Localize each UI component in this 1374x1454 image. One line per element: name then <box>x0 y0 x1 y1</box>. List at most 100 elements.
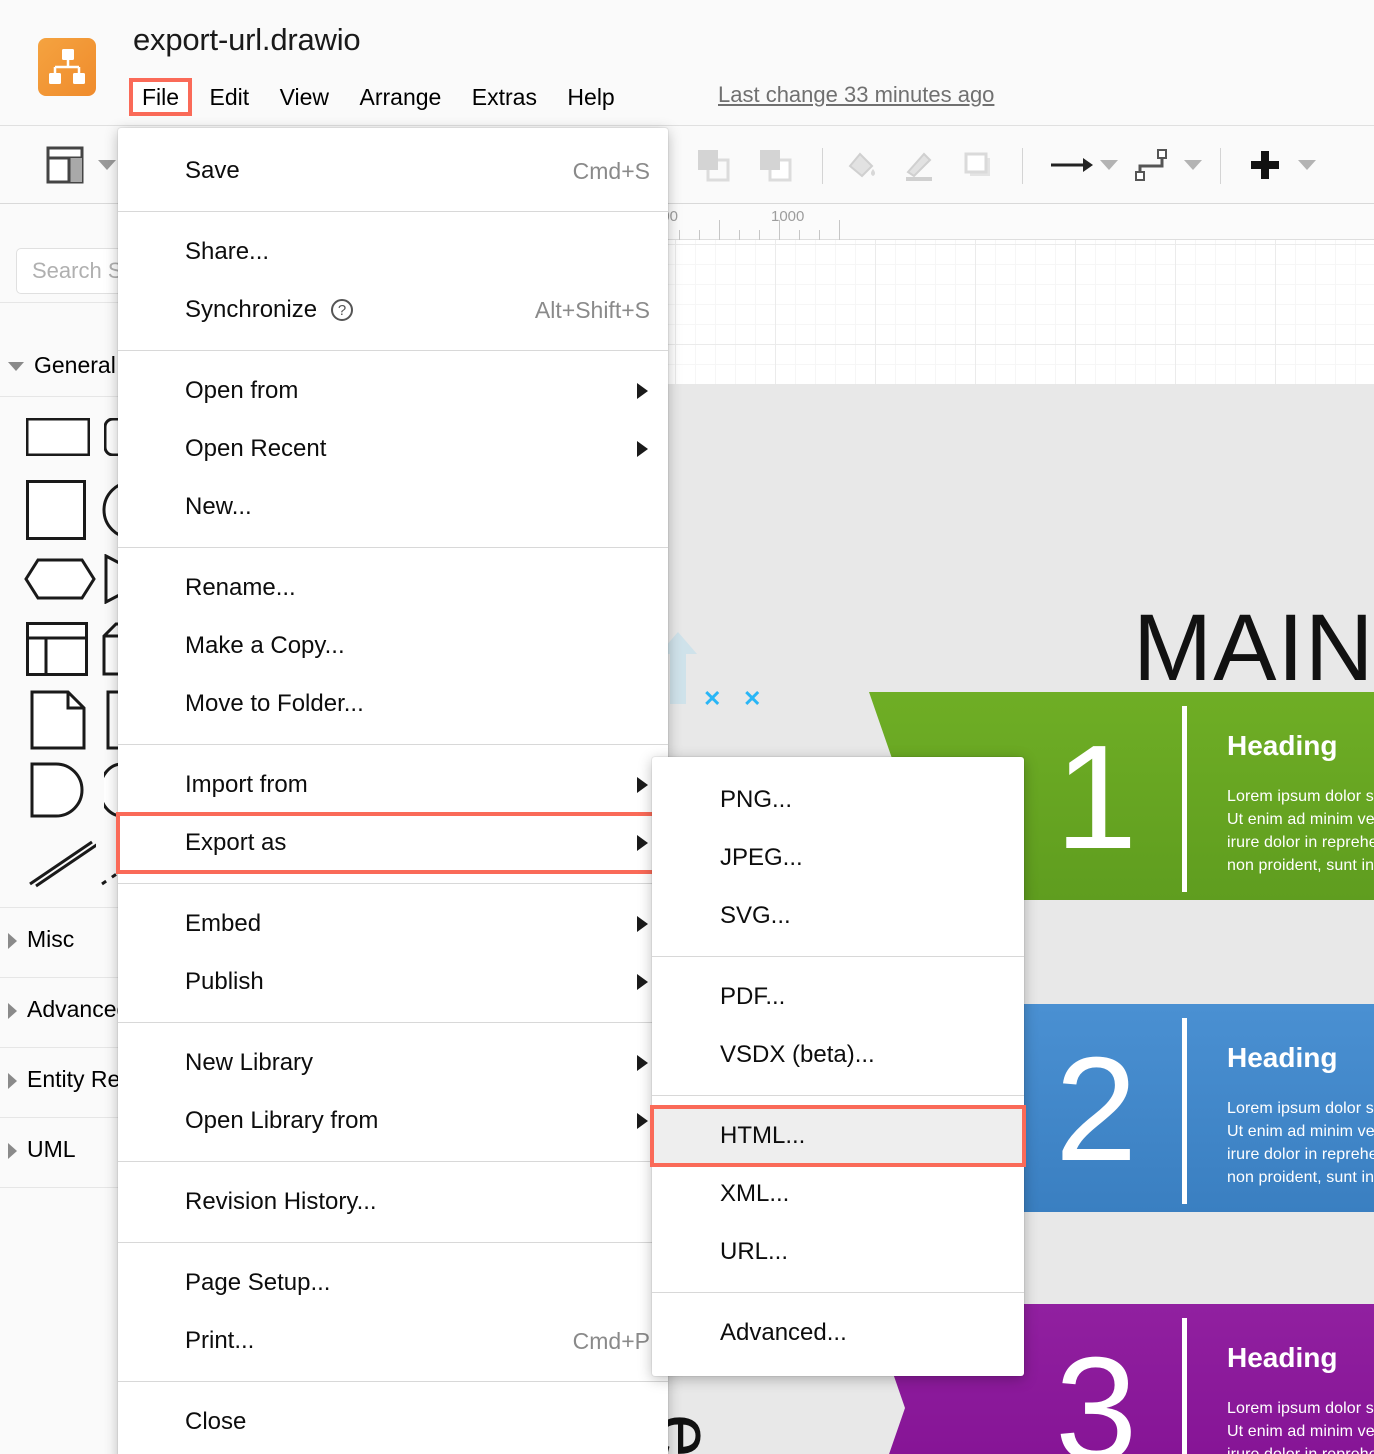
banner-2-divider <box>1182 1018 1187 1204</box>
menu-item-move-to-folder[interactable]: Move to Folder... <box>118 675 668 733</box>
menu-item-open-library-from[interactable]: Open Library from <box>118 1092 668 1150</box>
banner-1-number: 1 <box>1055 724 1137 872</box>
file-title[interactable]: export-url.drawio <box>133 22 360 58</box>
to-back-button[interactable] <box>754 144 796 186</box>
menu-bar[interactable]: File Edit View Arrange Extras Help <box>129 78 628 118</box>
menu-separator <box>652 1292 1024 1293</box>
square-shape[interactable] <box>26 480 86 540</box>
menu-item-export-png[interactable]: PNG... <box>652 771 1024 829</box>
menu-item-export-svg[interactable]: SVG... <box>652 887 1024 945</box>
rectangle-shape[interactable] <box>26 418 90 456</box>
help-circle-icon[interactable]: ? <box>331 299 353 321</box>
menu-item-export-xml[interactable]: XML... <box>652 1165 1024 1223</box>
to-front-icon <box>696 148 730 182</box>
menu-item-page-setup[interactable]: Page Setup... <box>118 1254 668 1312</box>
file-menu-panel[interactable]: Save Cmd+S Share... Synchronize ? Alt+Sh… <box>118 128 668 1454</box>
menu-separator <box>118 547 668 548</box>
sidebar-section-label: Advanced <box>27 996 129 1022</box>
chevron-down-icon <box>1100 160 1118 170</box>
view-layout-button[interactable] <box>40 144 90 186</box>
menu-item-open-recent[interactable]: Open Recent <box>118 420 668 478</box>
sidebar-section-label: General <box>34 352 116 378</box>
menu-item-make-a-copy[interactable]: Make a Copy... <box>118 617 668 675</box>
export-as-submenu-panel[interactable]: PNG... JPEG... SVG... PDF... VSDX (beta)… <box>652 757 1024 1376</box>
insert-button[interactable] <box>1242 144 1288 186</box>
banner-1-heading: Heading <box>1227 730 1337 762</box>
last-change-link[interactable]: Last change 33 minutes ago <box>718 82 994 108</box>
sidebar-section-entity-relation[interactable]: Entity Relation <box>0 1048 134 1110</box>
menu-item-synchronize[interactable]: Synchronize ? Alt+Shift+S <box>118 281 668 339</box>
menu-item-save[interactable]: Save Cmd+S <box>118 142 668 200</box>
menu-item-label: Close <box>185 1408 246 1436</box>
menu-view[interactable]: View <box>267 78 342 116</box>
menu-item-export-pdf[interactable]: PDF... <box>652 968 1024 1026</box>
menu-item-publish[interactable]: Publish <box>118 953 668 1011</box>
shapes-sidebar[interactable]: Search Shapes General <box>0 204 134 1454</box>
table-shape[interactable] <box>26 622 88 676</box>
menu-item-export-jpeg[interactable]: JPEG... <box>652 829 1024 887</box>
menu-separator <box>118 211 668 212</box>
menu-file[interactable]: File <box>129 78 192 116</box>
sidebar-section-misc[interactable]: Misc <box>0 908 134 970</box>
menu-arrange[interactable]: Arrange <box>347 78 455 116</box>
menu-item-label: Open Recent <box>185 435 326 463</box>
fill-color-button[interactable] <box>840 144 882 186</box>
chevron-right-icon <box>8 1003 17 1019</box>
shape-row <box>0 474 134 544</box>
menu-item-label: Export as <box>185 829 286 857</box>
menu-item-share[interactable]: Share... <box>118 223 668 281</box>
sidebar-section-label: UML <box>27 1136 76 1162</box>
menu-item-label: Publish <box>185 968 264 996</box>
banner-3-divider <box>1182 1318 1187 1454</box>
sidebar-section-uml[interactable]: UML <box>0 1118 134 1180</box>
document-shape[interactable] <box>30 690 86 750</box>
connection-x-2-icon[interactable]: ✕ <box>743 688 761 710</box>
connection-arrow-caret[interactable] <box>1094 144 1124 186</box>
menu-item-print[interactable]: Print... Cmd+P <box>118 1312 668 1370</box>
to-front-button[interactable] <box>692 144 734 186</box>
menu-item-rename[interactable]: Rename... <box>118 559 668 617</box>
menu-extras[interactable]: Extras <box>459 78 550 116</box>
menu-item-revision-history[interactable]: Revision History... <box>118 1173 668 1231</box>
diagram-main-title[interactable]: MAIN <box>1133 594 1374 703</box>
connection-x-1-icon[interactable]: ✕ <box>703 688 721 710</box>
toolbar-separator <box>1022 148 1023 184</box>
sidebar-section-general[interactable]: General <box>0 334 134 396</box>
menu-item-open-from[interactable]: Open from <box>118 362 668 420</box>
menu-item-shortcut: Alt+Shift+S <box>535 297 650 324</box>
menu-item-export-as[interactable]: Export as <box>118 814 668 872</box>
chevron-down-icon <box>8 362 24 371</box>
menu-help[interactable]: Help <box>554 78 627 116</box>
menu-item-close[interactable]: Close <box>118 1393 668 1451</box>
menu-edit[interactable]: Edit <box>197 78 263 116</box>
sidebar-divider <box>0 302 134 303</box>
waypoints-button[interactable] <box>1130 144 1176 186</box>
insert-caret[interactable] <box>1292 144 1322 186</box>
menu-item-new[interactable]: New... <box>118 478 668 536</box>
search-shapes-container[interactable]: Search Shapes <box>0 240 134 302</box>
connection-arrow-button[interactable] <box>1044 144 1098 186</box>
menu-item-label: JPEG... <box>720 844 803 872</box>
banner-3-number: 3 <box>1055 1336 1137 1454</box>
menu-separator <box>118 1242 668 1243</box>
menu-item-import-from[interactable]: Import from <box>118 756 668 814</box>
insert-plus-icon <box>1249 149 1281 181</box>
menu-item-export-vsdx[interactable]: VSDX (beta)... <box>652 1026 1024 1084</box>
menu-item-export-url[interactable]: URL... <box>652 1223 1024 1281</box>
shape-palette[interactable] <box>0 404 134 894</box>
hexagon-shape[interactable] <box>24 558 96 600</box>
shape-row <box>0 614 134 684</box>
menu-item-export-advanced[interactable]: Advanced... <box>652 1304 1024 1362</box>
menu-item-export-html[interactable]: HTML... <box>652 1107 1024 1165</box>
waypoints-caret[interactable] <box>1178 144 1208 186</box>
menu-item-label: PNG... <box>720 786 792 814</box>
sidebar-section-advanced[interactable]: Advanced <box>0 978 134 1040</box>
line-shape[interactable] <box>26 838 96 888</box>
semicircle-shape[interactable] <box>28 762 88 818</box>
shadow-button[interactable] <box>958 144 1000 186</box>
line-color-button[interactable] <box>898 144 940 186</box>
menu-item-label: Advanced... <box>720 1319 847 1347</box>
menu-item-embed[interactable]: Embed <box>118 895 668 953</box>
drawio-logo-icon <box>38 38 96 96</box>
menu-item-new-library[interactable]: New Library <box>118 1034 668 1092</box>
